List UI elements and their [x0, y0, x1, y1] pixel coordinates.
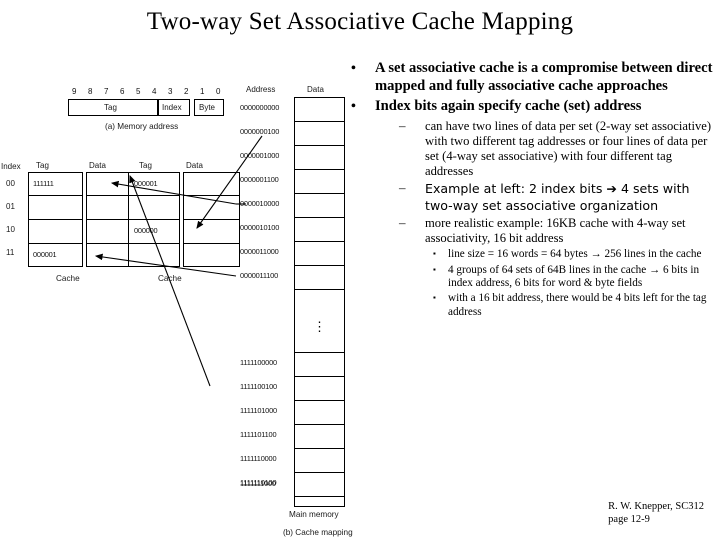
bullet-text: A set associative cache is a compromise … — [375, 60, 713, 94]
bullet-level2: – more realistic example: 16KB cache wit… — [391, 214, 720, 246]
bullet-marker: – — [399, 214, 406, 230]
mapping-arrows — [94, 135, 263, 387]
bullet-level1: • A set associative cache is a compromis… — [344, 60, 720, 95]
bullet-text: with a 16 bit address, there would be 4 … — [448, 292, 707, 318]
bullet-marker: ▪ — [433, 264, 436, 274]
bullet-text: Index bits again specify cache (set) add… — [375, 98, 642, 114]
bullet-level3: ▪ line size = 16 words = 64 bytes → 256 … — [425, 248, 720, 261]
footer-page: page 12-9 — [608, 513, 650, 525]
bullet-text: more realistic example: 16KB cache with … — [425, 215, 686, 245]
page-title: Two-way Set Associative Cache Mapping — [146, 8, 574, 35]
cache-mapping-figure: 9 8 7 6 5 4 3 2 1 0 Tag Index Byte (a) M… — [0, 76, 353, 537]
bullet-text: Example at left: 2 index bits ➔ 4 sets w… — [425, 181, 690, 213]
bullet-level2: – Example at left: 2 index bits ➔ 4 sets… — [391, 180, 720, 213]
bullet-text: can have two lines of data per set (2-wa… — [425, 118, 712, 179]
bullet-marker: ▪ — [433, 293, 436, 303]
bullet-level2: – can have two lines of data per set (2-… — [391, 117, 720, 180]
footer-author: R. W. Knepper, SC312 — [608, 501, 704, 512]
bullet-marker: • — [351, 61, 356, 76]
bullet-text: line size = 16 words = 64 bytes → 256 li… — [448, 248, 702, 261]
bullet-marker: • — [351, 99, 356, 114]
bullet-list: • A set associative cache is a compromis… — [344, 60, 720, 319]
bullet-marker: – — [399, 180, 406, 196]
bullet-level3: ▪ 4 groups of 64 sets of 64B lines in th… — [425, 264, 720, 291]
bullet-marker: – — [399, 117, 406, 133]
bullet-text: 4 groups of 64 sets of 64B lines in the … — [448, 263, 700, 289]
slide-footer: R. W. Knepper, SC312 page 12-9 — [608, 501, 704, 526]
bullet-level1: • Index bits again specify cache (set) a… — [344, 98, 720, 116]
bullet-level3: ▪ with a 16 bit address, there would be … — [425, 292, 720, 319]
bullet-marker: ▪ — [433, 249, 436, 259]
